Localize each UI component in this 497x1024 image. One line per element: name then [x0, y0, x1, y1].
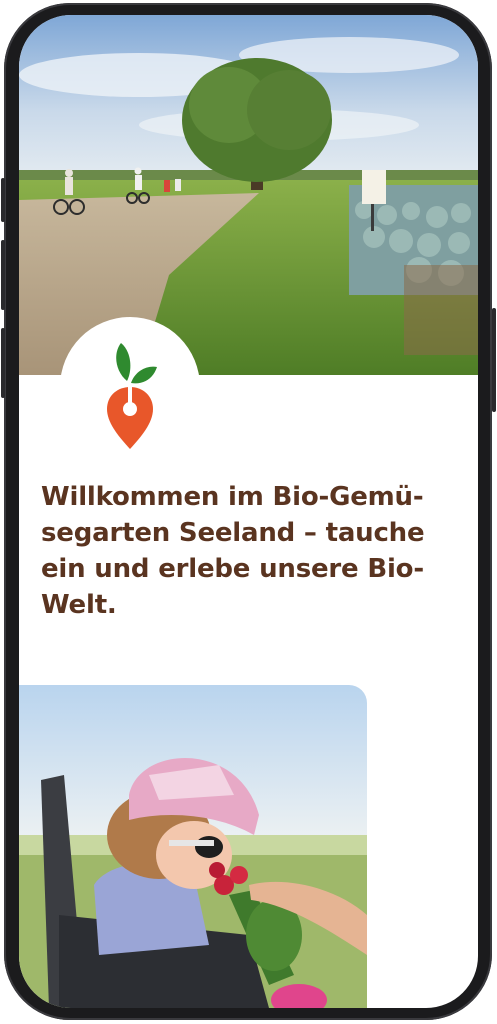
photo-child-radishes — [19, 685, 367, 1008]
carrot-pin-logo — [107, 343, 157, 449]
volume-up-button — [1, 240, 5, 310]
hero-image-cyclists — [19, 15, 478, 375]
mute-switch — [1, 178, 5, 222]
welcome-headline: Willkommen im Bio-Gemü­segarten Seeland … — [41, 482, 425, 620]
hero-scene — [19, 15, 478, 375]
power-button — [492, 308, 496, 412]
volume-down-button — [1, 328, 5, 398]
child-scene — [19, 685, 367, 1008]
app-screen[interactable]: Willkommen im Bio-Gemü­segarten Seeland … — [19, 15, 478, 1008]
